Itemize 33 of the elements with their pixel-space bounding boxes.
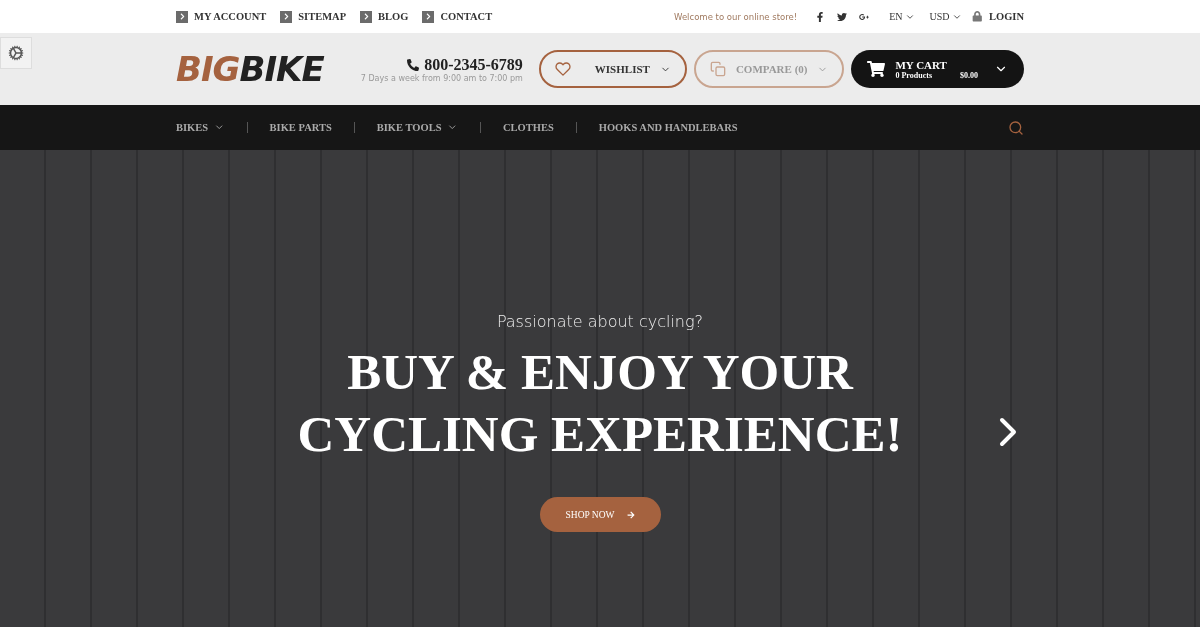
lock-icon bbox=[972, 11, 983, 22]
phone-number: 800-2345-6789 bbox=[407, 55, 523, 74]
top-link[interactable]: CONTACT bbox=[422, 10, 493, 23]
facebook-icon[interactable] bbox=[815, 11, 826, 22]
currency-dropdown[interactable]: USD bbox=[929, 11, 963, 22]
nav-item[interactable]: CLOTHES bbox=[479, 122, 576, 133]
googleplus-icon[interactable] bbox=[859, 11, 870, 22]
phone-icon bbox=[407, 58, 420, 71]
heart-icon bbox=[554, 61, 571, 77]
wishlist-button[interactable]: WISHLIST bbox=[538, 50, 687, 88]
logo[interactable]: BIGBIKE bbox=[176, 49, 324, 89]
top-link[interactable]: SITEMAP bbox=[280, 10, 347, 23]
twitter-icon[interactable] bbox=[837, 11, 848, 22]
search-icon[interactable] bbox=[1008, 119, 1024, 136]
top-link[interactable]: BLOG bbox=[360, 10, 409, 23]
welcome-text: Welcome to our online store! bbox=[674, 11, 798, 22]
hero-headline: CYCLING EXPERIENCE! bbox=[297, 405, 903, 464]
nav-item[interactable]: BIKE TOOLS bbox=[353, 122, 480, 133]
cart-button[interactable]: MY CART 0 Products $0.00 bbox=[851, 50, 1024, 88]
login-link[interactable]: LOGIN bbox=[972, 11, 1024, 22]
nav-item[interactable]: BIKES bbox=[176, 122, 247, 133]
shop-now-button[interactable]: SHOP NOW bbox=[539, 497, 661, 532]
nav-item[interactable]: HOOKS AND HANDLEBARS bbox=[575, 122, 760, 133]
settings-icon[interactable] bbox=[0, 37, 32, 69]
language-dropdown[interactable]: EN bbox=[889, 11, 916, 22]
nav-item[interactable]: BIKE PARTS bbox=[246, 122, 354, 133]
copy-icon bbox=[709, 61, 726, 77]
cart-icon bbox=[867, 60, 886, 78]
opening-hours: 7 Days a week from 9:00 am to 7:00 pm bbox=[360, 73, 523, 83]
hero-tagline: Passionate about cycling? bbox=[496, 312, 704, 331]
arrow-right-icon bbox=[626, 510, 635, 519]
hero-headline: BUY & ENJOY YOUR bbox=[347, 343, 853, 402]
top-link[interactable]: MY ACCOUNT bbox=[176, 10, 267, 23]
